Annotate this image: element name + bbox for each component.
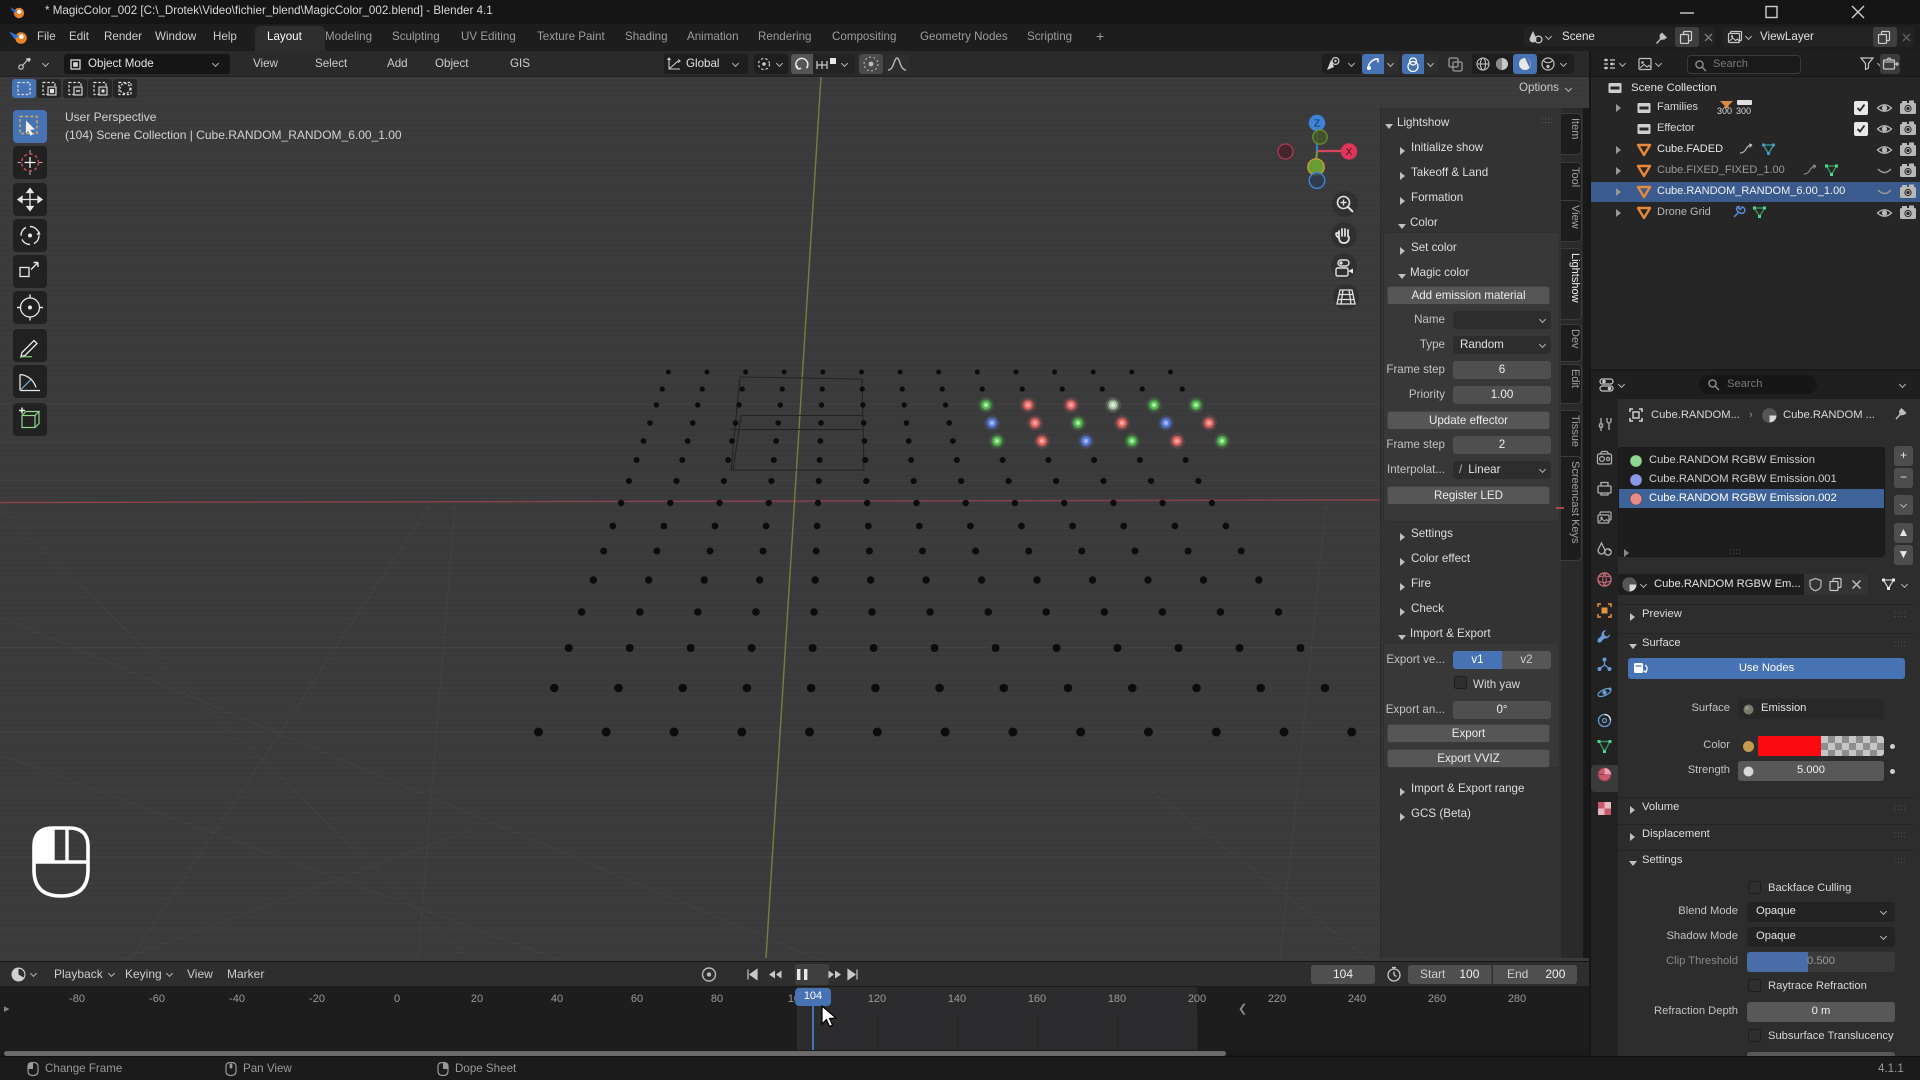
svg-text:X: X [1346,147,1353,158]
svg-text:Z: Z [1314,119,1320,130]
